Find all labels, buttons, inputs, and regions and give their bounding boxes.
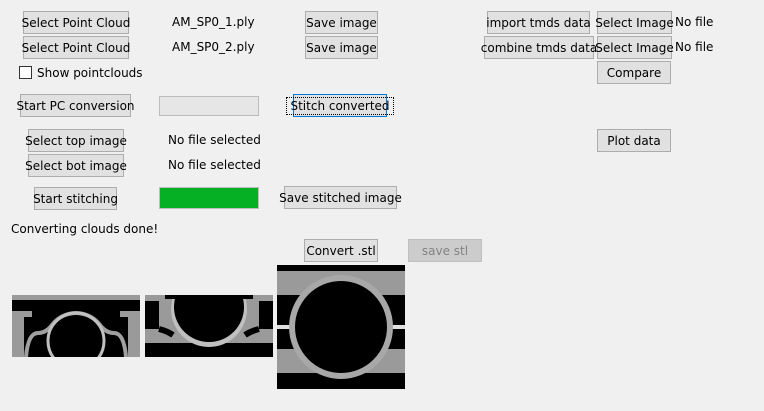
select-image-1-status: No file — [675, 15, 714, 29]
start-pc-conversion-button[interactable]: Start PC conversion — [16, 94, 135, 117]
stitching-progress-bar — [159, 187, 259, 209]
bot-image-status: No file selected — [168, 158, 261, 172]
point-cloud-1-filename: AM_SP0_1.ply — [172, 15, 255, 29]
show-pointclouds-checkbox[interactable] — [19, 66, 32, 79]
compare-button[interactable]: Compare — [597, 61, 671, 84]
select-image-1-button[interactable]: Select Image — [595, 11, 674, 34]
point-cloud-2-filename: AM_SP0_2.ply — [172, 40, 255, 54]
stitched-image — [277, 265, 405, 389]
conversion-progress-bar — [159, 96, 259, 116]
start-stitching-button[interactable]: Start stitching — [33, 187, 118, 210]
import-tmds-data-button[interactable]: import tmds data — [486, 11, 591, 34]
stitching-progress-fill — [160, 188, 258, 208]
save-image-1-button[interactable]: Save image — [305, 11, 378, 34]
point-cloud-1-image — [12, 295, 140, 357]
save-stl-button[interactable]: save stl — [408, 239, 482, 262]
show-pointclouds-label: Show pointclouds — [37, 66, 143, 80]
save-stitched-image-button[interactable]: Save stitched image — [279, 186, 402, 209]
stitch-converted-button[interactable]: Stitch converted — [286, 94, 394, 117]
combine-tmds-data-button[interactable]: combine tmds data — [481, 36, 597, 59]
select-bot-image-button[interactable]: Select bot image — [25, 154, 127, 177]
select-image-2-status: No file — [675, 40, 714, 54]
select-point-cloud-2-button[interactable]: Select Point Cloud — [22, 36, 130, 59]
plot-data-button[interactable]: Plot data — [597, 129, 671, 152]
select-image-2-button[interactable]: Select Image — [595, 36, 674, 59]
top-image-status: No file selected — [168, 133, 261, 147]
status-message: Converting clouds done! — [11, 222, 159, 236]
save-image-2-button[interactable]: Save image — [305, 36, 378, 59]
select-top-image-button[interactable]: Select top image — [25, 129, 127, 152]
point-cloud-2-image — [145, 295, 273, 357]
convert-stl-button[interactable]: Convert .stl — [304, 239, 378, 262]
select-point-cloud-1-button[interactable]: Select Point Cloud — [22, 11, 130, 34]
